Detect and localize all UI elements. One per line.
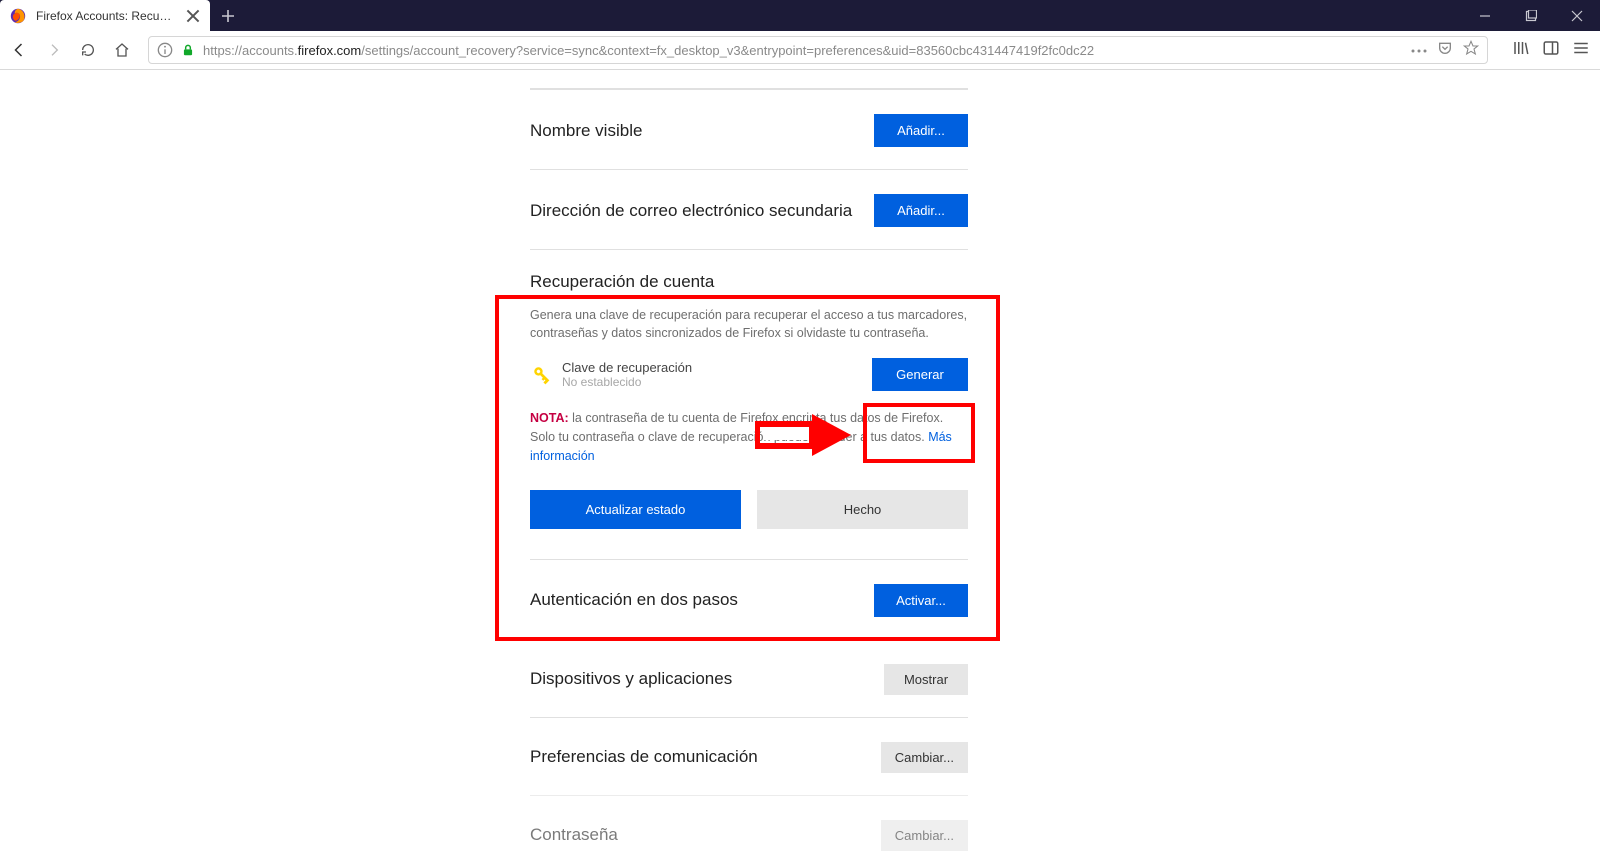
url-text: https://accounts.firefox.com/settings/ac…	[203, 43, 1403, 58]
add-secondary-email-button[interactable]: Añadir...	[874, 194, 968, 227]
nav-toolbar: https://accounts.firefox.com/settings/ac…	[0, 31, 1600, 70]
refresh-status-button[interactable]: Actualizar estado	[530, 490, 741, 529]
titlebar: Firefox Accounts: Recuperación	[0, 0, 1600, 31]
two-step-label: Autenticación en dos pasos	[530, 590, 738, 610]
add-display-name-button[interactable]: Añadir...	[874, 114, 968, 147]
window-controls	[1462, 0, 1600, 31]
firefox-favicon	[10, 8, 26, 24]
tab-title: Firefox Accounts: Recuperación	[36, 9, 176, 23]
recovery-key-row: Clave de recuperación No establecido Gen…	[530, 342, 968, 395]
row-devices: Dispositivos y aplicaciones Mostrar	[530, 639, 968, 717]
note-text: la contraseña de tu cuenta de Firefox en…	[530, 411, 943, 444]
password-label: Contraseña	[530, 825, 618, 845]
hamburger-menu-icon[interactable]	[1572, 39, 1590, 62]
home-button[interactable]	[108, 36, 136, 64]
section-account-recovery: Recuperación de cuenta Genera una clave …	[530, 249, 968, 559]
key-icon	[530, 363, 554, 387]
forward-button[interactable]	[40, 36, 68, 64]
row-two-step: Autenticación en dos pasos Activar...	[530, 559, 968, 639]
recovery-heading: Recuperación de cuenta	[530, 272, 968, 292]
display-name-label: Nombre visible	[530, 121, 642, 141]
recovery-note: NOTA: la contraseña de tu cuenta de Fire…	[530, 395, 968, 465]
recovery-key-title: Clave de recuperación	[562, 360, 872, 375]
url-prefix: https://accounts.	[203, 43, 298, 58]
change-password-button[interactable]: Cambiar...	[881, 820, 968, 851]
maximize-button[interactable]	[1508, 0, 1554, 31]
show-devices-button[interactable]: Mostrar	[884, 664, 968, 695]
done-button[interactable]: Hecho	[757, 490, 968, 529]
devices-label: Dispositivos y aplicaciones	[530, 669, 732, 689]
tab-close-icon[interactable]	[186, 9, 200, 23]
browser-tab[interactable]: Firefox Accounts: Recuperación	[0, 0, 210, 31]
sidebar-icon[interactable]	[1542, 39, 1560, 62]
settings-panel: Nombre visible Añadir... Dirección de co…	[530, 70, 968, 859]
row-password: Contraseña Cambiar...	[530, 795, 968, 859]
new-tab-button[interactable]	[210, 0, 246, 31]
back-button[interactable]	[6, 36, 34, 64]
bookmark-star-icon[interactable]	[1463, 40, 1479, 61]
row-secondary-email: Dirección de correo electrónico secundar…	[530, 169, 968, 249]
recovery-key-status: No establecido	[562, 375, 872, 389]
row-comm-prefs: Preferencias de comunicación Cambiar...	[530, 717, 968, 795]
url-path: /settings/account_recovery?service=sync&…	[361, 43, 1094, 58]
url-domain: firefox.com	[298, 43, 362, 58]
change-comm-prefs-button[interactable]: Cambiar...	[881, 742, 968, 773]
recovery-button-row: Actualizar estado Hecho	[530, 466, 968, 559]
reload-button[interactable]	[74, 36, 102, 64]
lock-icon	[181, 43, 195, 57]
note-label: NOTA:	[530, 411, 569, 425]
recovery-description: Genera una clave de recuperación para re…	[530, 306, 968, 342]
comm-prefs-label: Preferencias de comunicación	[530, 747, 758, 767]
url-bar[interactable]: https://accounts.firefox.com/settings/ac…	[148, 36, 1488, 64]
row-display-name: Nombre visible Añadir...	[530, 89, 968, 169]
minimize-button[interactable]	[1462, 0, 1508, 31]
library-icon[interactable]	[1512, 39, 1530, 62]
page-actions-icon[interactable]	[1411, 41, 1427, 59]
generate-recovery-key-button[interactable]: Generar	[872, 358, 968, 391]
site-info-icon[interactable]	[157, 42, 173, 58]
enable-two-step-button[interactable]: Activar...	[874, 584, 968, 617]
pocket-icon[interactable]	[1437, 40, 1453, 61]
close-window-button[interactable]	[1554, 0, 1600, 31]
page-content: Nombre visible Añadir... Dirección de co…	[0, 70, 1600, 859]
secondary-email-label: Dirección de correo electrónico secundar…	[530, 201, 852, 221]
